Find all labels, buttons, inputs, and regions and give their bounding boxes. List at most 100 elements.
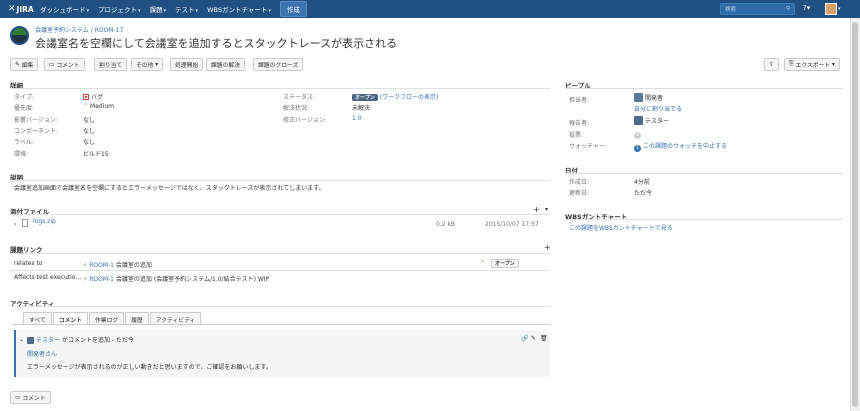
chevron-down-icon: ▾ [268, 8, 271, 14]
tab-all[interactable]: すべて [23, 312, 52, 324]
search-placeholder: 検索 [725, 7, 737, 13]
watchers-value: 1 この課題のウォッチを中止する [634, 141, 727, 152]
nav-tests[interactable]: テスト▾ [175, 4, 198, 14]
comment-header: テスター がコメントを追加 - ただ今 [27, 335, 134, 344]
type-value: バグ [83, 92, 103, 101]
chevron-down-icon: ▾ [86, 8, 90, 14]
edit-button[interactable]: ✎ 編集 [10, 58, 39, 71]
description-divider [10, 180, 550, 181]
environment-value: ビルド15 [83, 151, 109, 158]
comment-body: エラーメッセージが表示されるのが正しい動きだと思いますので、ご確認をお願いします… [27, 364, 272, 371]
updated-label: 更新日: [569, 190, 590, 197]
search-input[interactable]: 検索 ⚲ [720, 3, 795, 15]
bug-icon [83, 94, 89, 100]
attachments-divider [10, 214, 550, 215]
search-icon: ⚲ [785, 6, 790, 12]
tab-activity[interactable]: アクティビティ [149, 312, 202, 324]
people-divider [565, 88, 843, 89]
start-progress-button[interactable]: 処理開始 [170, 58, 204, 71]
watchers-count[interactable]: 1 [634, 145, 641, 152]
help-icon[interactable]: ?▾ [803, 4, 810, 12]
add-link-icon[interactable]: + [544, 243, 551, 252]
component-label: コンポーネント: [14, 128, 59, 135]
fix-version-link[interactable]: 1.0 [352, 115, 362, 122]
linked-issue-key[interactable]: ROOM-1 [89, 276, 114, 283]
comment-mention[interactable]: 開発者さん [27, 349, 57, 358]
share-button[interactable]: ⇪ [764, 58, 779, 71]
comment-action-text: がコメントを追加 - ただ今 [61, 337, 134, 344]
tab-worklog[interactable]: 作業ログ [88, 312, 125, 324]
tab-comments[interactable]: コメント [52, 312, 88, 324]
nav-projects-label: プロジェクト [98, 6, 138, 14]
project-avatar[interactable] [10, 26, 29, 45]
chevron-down-icon: ▾ [138, 8, 141, 14]
nav-projects[interactable]: プロジェクト▾ [98, 4, 141, 14]
attachment-file-link[interactable]: logs.zip [33, 218, 56, 225]
comment-icon: ▭ [15, 394, 21, 401]
resolve-issue-button[interactable]: 課題の解決 [206, 58, 245, 71]
comment-button[interactable]: ▭ コメント [44, 58, 85, 71]
labels-label: ラベル: [14, 139, 35, 146]
links-divider [10, 253, 550, 254]
wbs-gantt-link[interactable]: この課題をWBSガントチャートで見る [569, 223, 673, 232]
zip-file-icon [22, 219, 28, 227]
user-avatar[interactable] [825, 3, 837, 15]
affects-version-value: なし [83, 117, 96, 124]
comment-delete-icon[interactable]: 🗑 [540, 335, 548, 342]
priority-text: Medium [90, 103, 115, 110]
attachment-expand-icon[interactable]: › [14, 221, 16, 228]
scrollbar-thumb[interactable] [852, 22, 858, 407]
updated-value: ただ今 [634, 190, 653, 197]
export-button[interactable]: ⎘ エクスポート ▾ [784, 58, 840, 71]
watchers-label: ウォッチャー: [569, 143, 607, 150]
breadcrumb-project[interactable]: 会議室予約システム [35, 27, 89, 34]
nav-wbs-gantt[interactable]: WBSガントチャート▾ [207, 4, 271, 14]
details-divider [10, 88, 550, 89]
linked-issue-key[interactable]: ROOM-1 [89, 262, 114, 269]
comment-author-link[interactable]: テスター [36, 337, 60, 344]
add-comment-button[interactable]: ▭ コメント [10, 391, 51, 404]
create-button[interactable]: 作成 [279, 1, 307, 17]
test-issue-icon: ⚡ [83, 262, 88, 269]
comment-icon: ▭ [49, 61, 55, 68]
dates-divider [565, 173, 843, 174]
link-relation: relates to [14, 260, 43, 267]
comment-edit-icon[interactable]: ✎ [531, 335, 536, 342]
issue-summary[interactable]: 会議室名を空欄にして会議室を追加するとスタックトレースが表示される [35, 35, 397, 51]
attachments-options-icon[interactable]: ▾ [545, 206, 548, 213]
resolution-label: 解決状況: [283, 105, 310, 112]
comment-label: コメント [56, 63, 80, 69]
chevron-down-icon[interactable]: ▾ [838, 6, 841, 12]
assign-to-me-link[interactable]: 自分に割り当てる [634, 104, 682, 113]
assignee-name[interactable]: 開発者 [645, 95, 663, 102]
stop-watching-link[interactable]: この課題のウォッチを中止する [643, 143, 727, 150]
view-workflow-link[interactable]: (ワークフローの表示) [380, 94, 439, 101]
breadcrumb-issue-key[interactable]: ROOM-17 [95, 27, 124, 34]
priority-medium-icon: ⌃ [83, 103, 89, 110]
votes-value[interactable]: 0 [634, 130, 643, 139]
description-text[interactable]: 会議室追加画面で会議室名を空欄にするとエラーメッセージではなく、スタックトレース… [14, 183, 325, 192]
nav-dashboard[interactable]: ダッシュボード▾ [40, 4, 89, 14]
reporter-name[interactable]: テスター [645, 118, 669, 125]
chevron-down-icon: ▾ [155, 61, 159, 68]
type-text: バグ [91, 94, 104, 101]
chevron-down-icon: ▾ [163, 8, 167, 14]
linked-issue: ⚡ ROOM-1 会議室の追加 [83, 260, 152, 269]
reporter-value: テスター [634, 116, 669, 125]
attachment-size: 0.2 kB [436, 221, 456, 228]
export-icon: ⎘ [789, 61, 794, 67]
type-label: タイプ: [14, 94, 35, 101]
assign-button[interactable]: 割り当て [94, 58, 128, 71]
comment-collapse-icon[interactable]: ⌄ [19, 336, 24, 343]
jira-logo[interactable]: ✕ JIRA [0, 4, 40, 14]
more-button[interactable]: その他 ▾ [131, 58, 164, 71]
reporter-avatar [634, 116, 643, 125]
comment-link-icon[interactable]: 🔗 [521, 335, 528, 342]
votes-label: 投票: [569, 132, 584, 139]
tab-history[interactable]: 履歴 [125, 312, 149, 324]
reporter-label: 報告者: [569, 120, 590, 127]
close-issue-button[interactable]: 課題のクローズ [253, 58, 304, 71]
add-attachment-icon[interactable]: + [533, 205, 540, 214]
linked-issue-title: 会議室の追加 (会議室予約システム/1.0/結合テスト) WIP [115, 276, 270, 283]
nav-issues[interactable]: 課題▾ [150, 4, 167, 14]
